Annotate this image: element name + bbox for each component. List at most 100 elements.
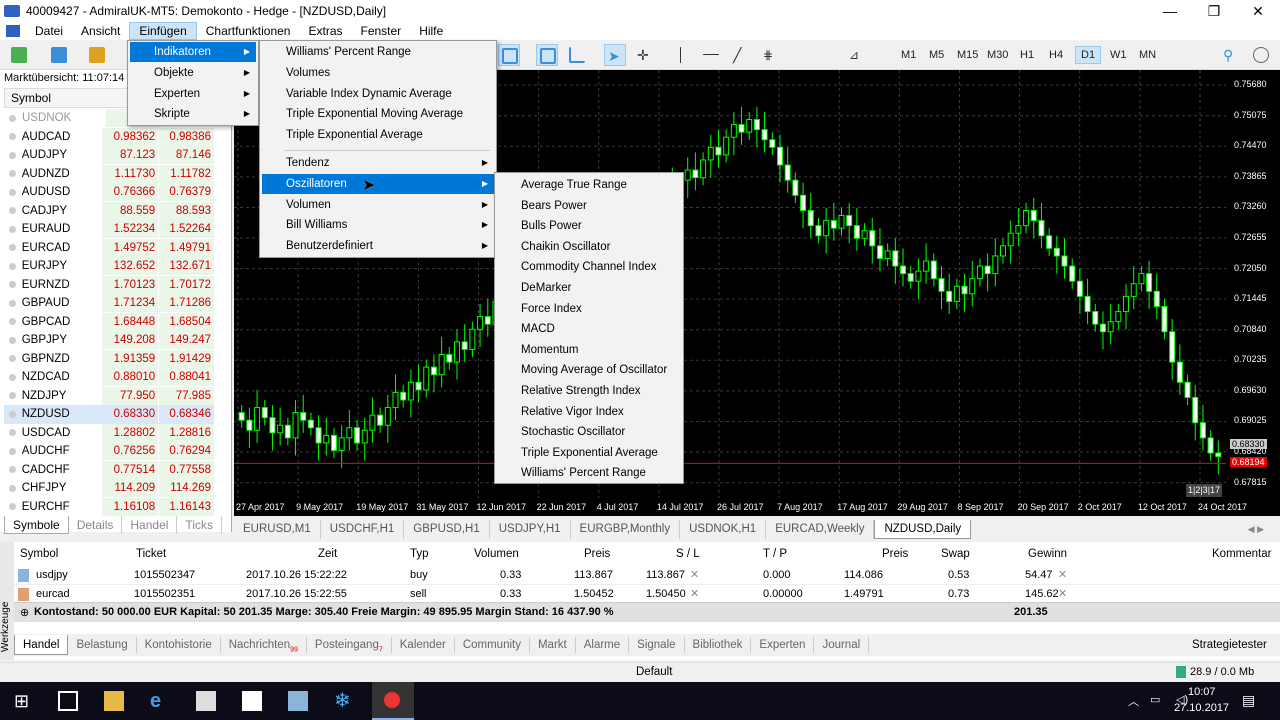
timeframe-h1[interactable]: H1 <box>1015 46 1039 64</box>
cursor-icon[interactable]: ➤ <box>604 44 626 66</box>
metatrader-taskbar-icon[interactable] <box>372 682 414 720</box>
indicator-tema[interactable]: Triple Exponential Moving Average <box>262 104 494 124</box>
timeframe-m15[interactable]: M15 <box>952 46 983 64</box>
profiles-icon[interactable] <box>48 44 70 66</box>
terminal-tab[interactable]: Nachrichten99 <box>221 637 307 653</box>
oscillator-item[interactable]: Bears Power <box>497 196 681 216</box>
timeframe-m30[interactable]: M30 <box>982 46 1013 64</box>
terminal-tab[interactable]: Alarme <box>576 637 630 653</box>
market-row[interactable]: AUDCHF 0.76256 0.76294 <box>4 442 214 461</box>
oscillator-item[interactable]: Chaikin Oscillator <box>497 237 681 257</box>
menu-item-volumen[interactable]: Volumen ▶ <box>262 195 494 215</box>
market-row[interactable]: EURCAD 1.49752 1.49791 <box>4 238 214 258</box>
oscillator-item[interactable]: Average True Range <box>497 175 681 195</box>
search-icon[interactable]: ⚲ <box>1220 44 1242 66</box>
menu-item-skripte[interactable]: Skripte ▶ <box>130 104 256 124</box>
terminal-col-header[interactable]: Preis <box>584 548 610 560</box>
menu-item-oszillatoren[interactable]: Oszillatoren ▶ <box>262 174 494 194</box>
grid-icon[interactable] <box>498 44 520 66</box>
timeframe-h4[interactable]: H4 <box>1044 46 1068 64</box>
terminal-tab[interactable]: Belastung <box>68 637 137 653</box>
market-row[interactable]: AUDNZD 1.11730 1.11782 <box>4 164 214 184</box>
tray-arrow-icon[interactable]: ︿ <box>1128 693 1139 709</box>
oscillator-item[interactable]: Commodity Channel Index <box>497 257 681 277</box>
oscillator-item[interactable]: Force Index <box>497 299 681 319</box>
terminal-col-header[interactable]: Ticket <box>136 548 166 560</box>
tab-scroll-icon[interactable]: ◀ ▶ <box>1248 520 1280 540</box>
restore-button[interactable]: ❐ <box>1192 0 1236 22</box>
app-icon-6[interactable]: ❄ <box>334 691 354 711</box>
horizontal-line-icon[interactable] <box>700 44 722 66</box>
terminal-col-header[interactable]: Volumen <box>474 548 519 560</box>
indicator-volumes[interactable]: Volumes <box>262 63 494 83</box>
edge-icon[interactable]: e <box>150 691 170 711</box>
fibonacci-icon[interactable]: ⋕ <box>760 44 782 66</box>
market-row[interactable]: GBPJPY 149.208 149.247 <box>4 331 214 350</box>
terminal-tab[interactable]: Experten <box>751 637 815 653</box>
period-separator-icon[interactable] <box>566 44 588 66</box>
menu-datei[interactable]: Datei <box>26 22 72 40</box>
remove-sl-icon[interactable]: ✕ <box>690 566 699 584</box>
market-row[interactable]: AUDUSD 0.76366 0.76379 <box>4 183 214 202</box>
mail-icon[interactable] <box>242 691 262 711</box>
market-row[interactable]: GBPAUD 1.71234 1.71286 <box>4 294 214 313</box>
market-row[interactable]: NZDUSD 0.68330 0.68346 <box>4 405 214 424</box>
terminal-col-header[interactable]: Symbol <box>20 548 58 560</box>
market-row[interactable]: EURJPY 132.652 132.671 <box>4 257 214 276</box>
menu-fenster[interactable]: Fenster <box>352 22 411 40</box>
shapes-icon[interactable]: ⊿ <box>846 44 868 66</box>
terminal-tab[interactable]: Markt <box>530 637 576 653</box>
chart-tab[interactable]: EURUSD,M1 <box>234 520 321 539</box>
menu-ansicht[interactable]: Ansicht <box>72 22 129 40</box>
minimize-button[interactable]: — <box>1148 0 1192 22</box>
menu-item-experten[interactable]: Experten ▶ <box>130 84 256 104</box>
timeframe-w1[interactable]: W1 <box>1105 46 1132 64</box>
start-icon[interactable]: ⊞ <box>14 691 34 711</box>
menu-extras[interactable]: Extras <box>299 22 351 40</box>
app-icon-5[interactable] <box>288 691 308 711</box>
close-position-icon[interactable]: ✕ <box>1058 566 1067 584</box>
oscillator-item[interactable]: Relative Strength Index <box>497 381 681 401</box>
terminal-col-header[interactable]: Gewinn <box>1028 548 1067 560</box>
terminal-col-header[interactable]: Preis <box>882 548 908 560</box>
terminal-tab[interactable]: Handel <box>14 635 69 655</box>
timeframe-m5[interactable]: M5 <box>924 46 949 64</box>
terminal-tab[interactable]: Community <box>455 637 530 653</box>
market-row[interactable]: USDCAD 1.28802 1.28816 <box>4 423 214 443</box>
menu-item-bill-williams[interactable]: Bill Williams ▶ <box>262 215 494 235</box>
close-position-icon[interactable]: ✕ <box>1058 585 1067 603</box>
terminal-col-header[interactable]: T / P <box>763 548 787 560</box>
chart-tab[interactable]: USDNOK,H1 <box>680 520 767 539</box>
strategy-tester-tab[interactable]: Strategietester <box>1192 639 1267 651</box>
terminal-tab[interactable]: Journal <box>814 637 870 653</box>
market-row[interactable]: NZDCAD 0.88010 0.88041 <box>4 368 214 387</box>
new-chart-icon[interactable] <box>8 44 30 66</box>
chart-tab[interactable]: GBPUSD,H1 <box>404 520 490 539</box>
market-row[interactable]: CHFJPY 114.209 114.269 <box>4 479 214 498</box>
terminal-tab[interactable]: Kalender <box>392 637 455 653</box>
oscillator-item[interactable]: Stochastic Oscillator <box>497 422 681 442</box>
terminal-col-header[interactable]: S / L <box>676 548 700 560</box>
menu-item-tendenz[interactable]: Tendenz ▶ <box>262 153 494 173</box>
market-row[interactable]: CADCHF 0.77514 0.77558 <box>4 460 214 480</box>
menu-item-indikatoren[interactable]: Indikatoren ▶ <box>130 42 256 62</box>
market-tab[interactable]: Details <box>69 516 123 534</box>
terminal-tab[interactable]: Bibliothek <box>685 637 752 653</box>
market-tab[interactable]: Symbole <box>4 516 69 534</box>
market-tab[interactable]: Handel <box>122 516 178 534</box>
crosshair-box-icon[interactable] <box>536 44 558 66</box>
oscillator-item[interactable]: DeMarker <box>497 278 681 298</box>
document-icon[interactable] <box>6 25 20 37</box>
oscillator-item[interactable]: Triple Exponential Average <box>497 443 681 463</box>
notification-icon[interactable]: ▤ <box>1242 692 1255 709</box>
vertical-line-icon[interactable] <box>670 44 692 66</box>
terminal-col-header[interactable]: Kommentar <box>1212 548 1271 560</box>
chart-tab[interactable]: USDJPY,H1 <box>490 520 571 539</box>
timeframe-mn[interactable]: MN <box>1134 46 1161 64</box>
menu-item-benutzerdefiniert[interactable]: Benutzerdefiniert ▶ <box>262 236 494 256</box>
timeframe-m1[interactable]: M1 <box>896 46 921 64</box>
menu-einfuegen[interactable]: Einfügen <box>129 22 197 40</box>
terminal-col-header[interactable]: Typ <box>410 548 429 560</box>
oscillator-item[interactable]: Momentum <box>497 340 681 360</box>
market-row[interactable]: EURCHF 1.16108 1.16143 <box>4 497 214 517</box>
